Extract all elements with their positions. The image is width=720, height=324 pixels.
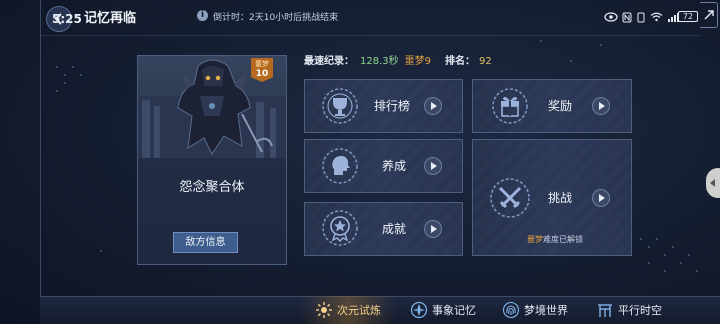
star-medal-icon xyxy=(322,210,358,246)
nav-parallel-space[interactable]: 平行时空 xyxy=(596,296,662,324)
arrow-expand-icon xyxy=(704,10,714,20)
achievements-arrow-icon xyxy=(424,220,442,238)
page-title: 记忆再临 xyxy=(84,11,137,26)
nav-label: 梦境世界 xyxy=(524,304,568,317)
badge-level: 10 xyxy=(255,69,269,79)
top-bar: 5:25 记忆再临 i 倒计时：2天10小时后挑战结束 72 xyxy=(0,0,720,36)
rank-value: 92 xyxy=(479,56,492,67)
nfc-icon xyxy=(622,12,632,22)
nav-label: 平行时空 xyxy=(618,304,662,317)
fastest-record-label: 最速纪录： xyxy=(304,56,354,67)
frame-left-line xyxy=(40,0,41,324)
vibrate-icon xyxy=(637,12,645,22)
status-icons xyxy=(604,10,681,24)
collapse-button[interactable] xyxy=(700,2,718,28)
challenge-unlock-highlight: 噩梦 xyxy=(527,235,543,244)
flower-icon xyxy=(410,301,428,319)
nightmare-level-badge: 噩梦 10 xyxy=(251,58,273,82)
leaderboard-arrow-icon xyxy=(424,97,442,115)
status-clock: 5:25 xyxy=(52,12,82,26)
record-line: 最速纪录： 128.3秒 噩梦9 排名： 92 xyxy=(304,52,492,67)
badge-label: 噩梦 xyxy=(255,60,269,68)
fingerprint-icon xyxy=(502,301,520,319)
nav-event-memory[interactable]: 事象记忆 xyxy=(410,296,476,324)
challenge-label: 挑战 xyxy=(548,191,573,205)
challenge-unlock-text: 噩梦难度已解锁 xyxy=(527,234,583,245)
achievements-label: 成就 xyxy=(382,222,407,236)
boss-name: 怨念聚合体 xyxy=(179,180,245,195)
nav-dimension-trial[interactable]: 次元试炼 xyxy=(300,296,396,324)
info-icon: i xyxy=(197,10,208,21)
nav-label: 次元试炼 xyxy=(337,304,381,317)
rewards-arrow-icon xyxy=(592,97,610,115)
countdown-text: 倒计时：2天10小时后挑战结束 xyxy=(213,13,339,23)
fastest-record-time: 128.3秒 xyxy=(360,56,399,67)
record-difficulty: 噩梦9 xyxy=(404,56,432,67)
develop-arrow-icon xyxy=(424,157,442,175)
side-drawer-handle[interactable] xyxy=(706,168,720,198)
challenge-arrow-icon xyxy=(592,189,610,207)
enemy-info-button[interactable]: 敌方信息 xyxy=(173,232,238,253)
head-profile-icon xyxy=(322,148,358,184)
gate-icon xyxy=(598,304,612,317)
crossed-swords-icon xyxy=(490,178,530,218)
battery-indicator: 72 xyxy=(678,11,698,22)
gift-icon xyxy=(492,88,528,124)
trophy-icon xyxy=(322,88,358,124)
sunburst-icon xyxy=(316,302,332,318)
eye-icon xyxy=(604,12,618,22)
challenge-unlock-rest: 难度已解锁 xyxy=(543,235,583,244)
develop-label: 养成 xyxy=(382,159,407,173)
nav-label: 事象记忆 xyxy=(432,304,476,317)
leaderboard-label: 排行榜 xyxy=(374,99,411,113)
nav-dream-world[interactable]: 梦境世界 xyxy=(502,296,568,324)
rewards-label: 奖励 xyxy=(548,99,573,113)
wifi-icon xyxy=(650,12,663,22)
rank-label: 排名： xyxy=(445,56,476,67)
